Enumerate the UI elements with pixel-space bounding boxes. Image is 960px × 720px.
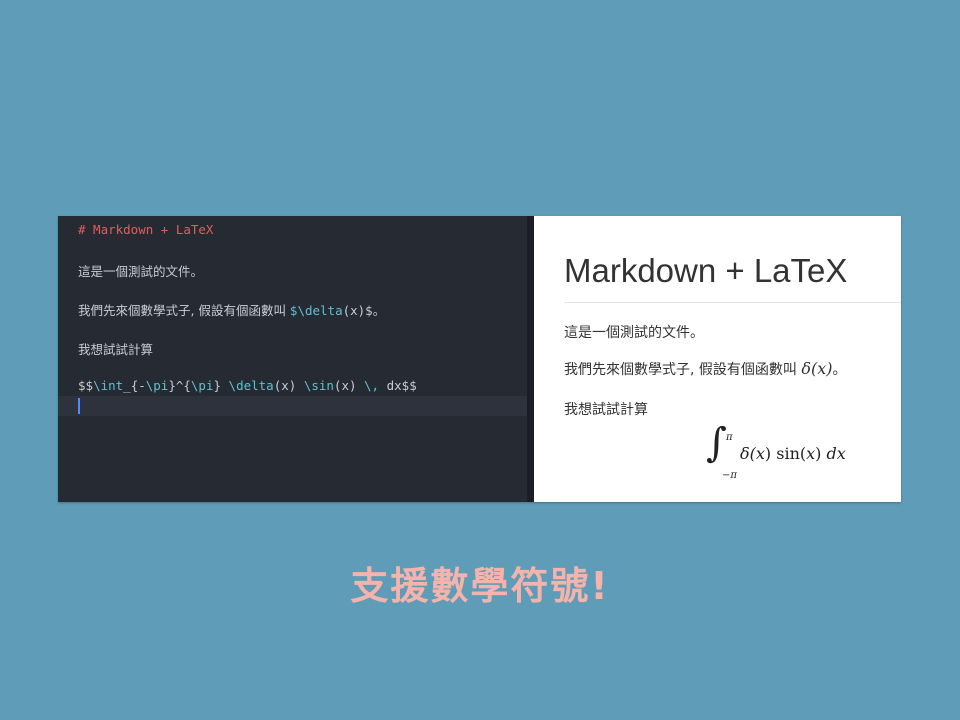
- tex-sin: \sin: [303, 378, 334, 393]
- tex-end: dx$$: [379, 378, 417, 393]
- tex-space: \,: [364, 378, 380, 393]
- preview-function-suffix: 。: [832, 362, 847, 378]
- tex-delta-arg: (x): [273, 378, 304, 393]
- integral-body: δ(x) sin(x) dx: [740, 444, 846, 463]
- title-rule: [564, 302, 901, 303]
- preview-inline-math: δ(x): [801, 359, 833, 378]
- preview-para-function: 我們先來個數學式子, 假設有個函數叫 δ(x)。: [564, 359, 847, 379]
- preview-function-text: 我們先來個數學式子, 假設有個函數叫: [564, 362, 802, 378]
- tex-sin-arg: (x): [333, 378, 365, 393]
- app-screenshot: # Markdown + LaTeX 這是一個測試的文件。 我們先來個數學式子,…: [58, 216, 901, 502]
- editor-function-line: 我們先來個數學式子, 假設有個函數叫 $\delta(x)$。: [78, 300, 385, 319]
- editor-function-text: 我們先來個數學式子, 假設有個函數叫: [78, 303, 290, 318]
- tex-pi-lower: \pi: [145, 378, 169, 393]
- tex-pi-upper: \pi: [190, 378, 214, 393]
- math-mid: ) sin(: [764, 444, 807, 463]
- preview-para-try: 我想試試計算: [564, 402, 648, 418]
- editor-tex-line: $$\int_{-\pi}^{\pi} \delta(x) \sin(x) \,…: [78, 378, 417, 393]
- editor-intro-line: 這是一個測試的文件。: [78, 264, 204, 279]
- math-end: ): [815, 444, 827, 463]
- tex-open: $$: [78, 378, 94, 393]
- editor-tex-delta: $\delta: [289, 303, 343, 318]
- slide-caption: 支援數學符號!: [350, 564, 610, 608]
- tex-int: \int: [93, 378, 124, 393]
- tex-close: }: [213, 378, 229, 393]
- editor-function-suffix: 。: [372, 303, 386, 318]
- tex-lower: _{-: [123, 378, 146, 393]
- integral-upper-limit: π: [726, 432, 733, 443]
- editor-heading-line: # Markdown + LaTeX: [78, 222, 214, 237]
- text-cursor: [78, 398, 80, 414]
- editor-try-line: 我想試試計算: [78, 342, 154, 357]
- editor-tex-arg: (x)$: [342, 303, 373, 318]
- integral-sign: ∫: [706, 420, 727, 466]
- markdown-preview: Markdown + LaTeX 這是一個測試的文件。 我們先來個數學式子, 假…: [534, 216, 901, 502]
- tex-delta: \delta: [228, 378, 274, 393]
- integral-lower-limit: −π: [722, 470, 737, 481]
- preview-title: Markdown + LaTeX: [564, 252, 848, 289]
- tex-upper: }^{: [168, 378, 191, 393]
- math-x2: x: [806, 444, 816, 463]
- math-x1: x: [755, 444, 765, 463]
- preview-para-intro: 這是一個測試的文件。: [564, 325, 704, 341]
- active-line-highlight: [58, 396, 527, 416]
- math-delta: δ(: [740, 444, 756, 463]
- math-dx: dx: [826, 444, 846, 463]
- markdown-editor[interactable]: # Markdown + LaTeX 這是一個測試的文件。 我們先來個數學式子,…: [58, 216, 528, 502]
